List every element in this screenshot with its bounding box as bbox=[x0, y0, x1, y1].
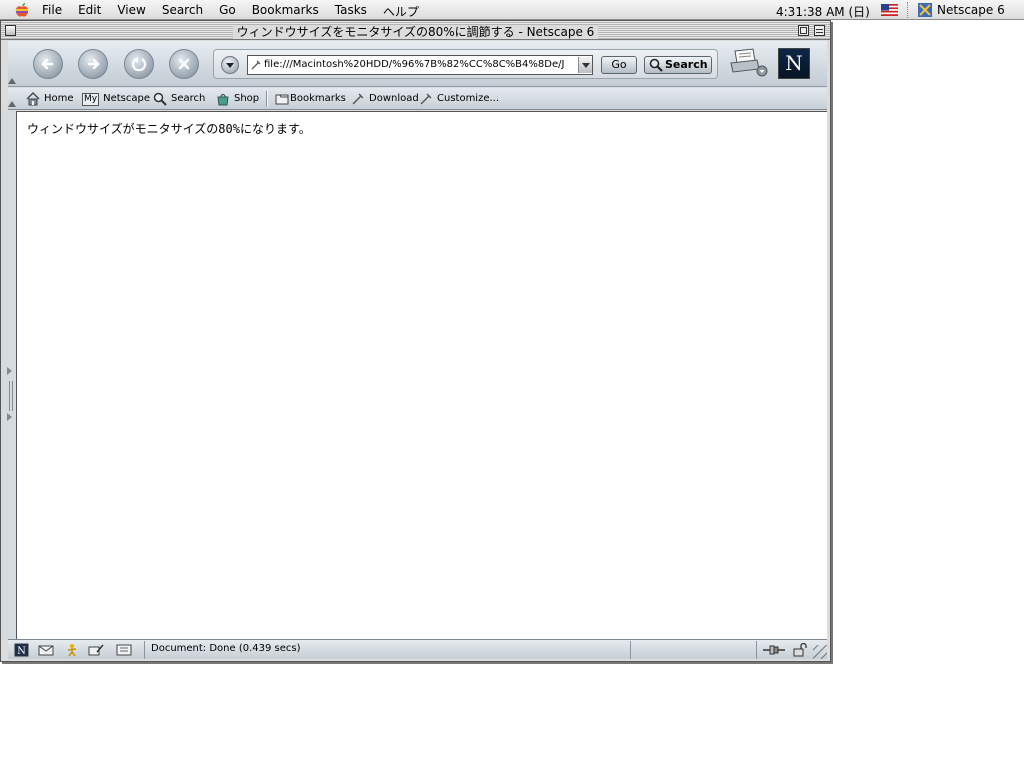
search-icon bbox=[153, 92, 167, 106]
address-book-icon[interactable] bbox=[116, 643, 132, 657]
sidebar-splitter[interactable] bbox=[1, 111, 15, 639]
online-plug-icon[interactable] bbox=[762, 643, 786, 657]
stop-x-icon bbox=[178, 58, 190, 70]
home-button[interactable]: Home bbox=[26, 91, 74, 107]
menu-view[interactable]: View bbox=[117, 3, 145, 20]
url-text: file:///Macintosh%20HDD/%96%7B%82%CC%8C%… bbox=[264, 59, 565, 70]
shop-button[interactable]: Shop bbox=[216, 91, 259, 107]
sidebar-expand-arrow-icon[interactable] bbox=[7, 367, 12, 375]
toolbar-separator bbox=[266, 91, 268, 107]
zoom-box-icon[interactable] bbox=[798, 25, 809, 36]
shop-icon bbox=[217, 93, 229, 106]
menu-bar: File Edit View Search Go Bookmarks Tasks… bbox=[0, 0, 1024, 20]
my-netscape-button[interactable]: My Netscape bbox=[82, 91, 150, 107]
us-flag-icon[interactable] bbox=[881, 4, 898, 16]
sidebar-expand-arrow-icon[interactable] bbox=[7, 413, 12, 421]
bookmarks-folder-icon bbox=[275, 94, 289, 105]
forward-arrow-icon bbox=[87, 58, 100, 70]
title-bar[interactable]: ウィンドウサイズをモニタサイズの80%に調節する - Netscape 6 bbox=[1, 21, 830, 40]
menu-bookmarks[interactable]: Bookmarks bbox=[252, 3, 319, 20]
stop-button[interactable] bbox=[169, 49, 199, 79]
search-toolbar-label: Search bbox=[171, 93, 206, 104]
my-netscape-icon: My bbox=[82, 92, 100, 106]
mail-icon[interactable] bbox=[38, 643, 54, 657]
customize-label: Customize... bbox=[437, 93, 500, 104]
home-label: Home bbox=[44, 93, 74, 104]
netscape-app-icon[interactable] bbox=[917, 2, 933, 18]
personal-toolbar: Home My Netscape Search Shop Bookmarks D… bbox=[8, 88, 827, 110]
search-button-label: Search bbox=[665, 58, 708, 71]
url-bar-area: file:///Macintosh%20HDD/%96%7B%82%CC%8C%… bbox=[213, 49, 718, 79]
page-body-text: ウィンドウサイズがモニタサイズの80%になります。 bbox=[27, 122, 311, 136]
netscape-label: Netscape bbox=[103, 93, 150, 104]
forward-button[interactable] bbox=[78, 49, 108, 79]
history-dropdown-icon[interactable] bbox=[221, 56, 239, 74]
menubar-separator bbox=[907, 2, 909, 18]
splitter-handle-icon[interactable] bbox=[9, 381, 13, 411]
link-pin-icon bbox=[352, 93, 364, 105]
window-title: ウィンドウサイズをモニタサイズの80%に調節する - Netscape 6 bbox=[232, 25, 599, 39]
status-text: Document: Done (0.439 secs) bbox=[151, 643, 301, 654]
search-toolbar-button[interactable]: Search bbox=[153, 91, 205, 107]
link-pin-icon bbox=[420, 93, 432, 105]
url-dropdown-arrow-icon[interactable] bbox=[578, 57, 592, 73]
composer-icon[interactable] bbox=[88, 643, 104, 657]
netscape-n-icon[interactable]: N bbox=[14, 643, 30, 657]
collapse-box-icon[interactable] bbox=[814, 25, 825, 36]
reload-button[interactable] bbox=[124, 49, 154, 79]
status-divider bbox=[756, 641, 757, 659]
menu-edit[interactable]: Edit bbox=[78, 3, 101, 20]
status-divider bbox=[144, 641, 145, 659]
back-arrow-icon bbox=[41, 58, 54, 70]
svg-text:N: N bbox=[17, 646, 26, 657]
application-menu[interactable]: Netscape 6 bbox=[937, 3, 1005, 17]
bookmarks-label: Bookmarks bbox=[290, 93, 346, 104]
security-lock-icon[interactable] bbox=[792, 643, 808, 657]
menu-help[interactable]: ヘルプ bbox=[383, 3, 419, 20]
page-content: ウィンドウサイズがモニタサイズの80%になります。 bbox=[16, 111, 827, 639]
shop-label: Shop bbox=[234, 93, 260, 104]
status-divider bbox=[630, 641, 631, 659]
navigation-toolbar: file:///Macintosh%20HDD/%96%7B%82%CC%8C%… bbox=[8, 41, 827, 87]
menubar-clock[interactable]: 4:31:38 AM (日) bbox=[776, 3, 870, 20]
menu-go[interactable]: Go bbox=[219, 3, 236, 20]
back-button[interactable] bbox=[33, 49, 63, 79]
bookmarks-button[interactable]: Bookmarks bbox=[275, 91, 346, 107]
print-button-icon[interactable] bbox=[727, 47, 771, 79]
home-icon bbox=[26, 92, 40, 106]
personal-toolbar-grippy-icon[interactable] bbox=[8, 101, 16, 107]
url-input[interactable]: file:///Macintosh%20HDD/%96%7B%82%CC%8C%… bbox=[247, 55, 593, 75]
status-bar: N Document: Done (0.439 secs) bbox=[8, 639, 827, 659]
toolbar-grippy-icon[interactable] bbox=[8, 78, 16, 84]
page-proxy-icon[interactable] bbox=[250, 59, 262, 71]
menu-file[interactable]: File bbox=[42, 3, 62, 20]
instant-messenger-icon[interactable] bbox=[64, 643, 80, 657]
apple-menu-icon[interactable] bbox=[14, 2, 30, 18]
go-button[interactable]: Go bbox=[601, 56, 637, 74]
menu-search[interactable]: Search bbox=[162, 3, 203, 20]
browser-window: ウィンドウサイズをモニタサイズの80%に調節する - Netscape 6 fi… bbox=[0, 20, 831, 662]
reload-icon bbox=[131, 57, 147, 72]
download-link[interactable]: Download bbox=[351, 91, 419, 107]
magnifier-icon bbox=[649, 58, 663, 72]
search-button[interactable]: Search bbox=[644, 56, 712, 74]
resize-grip-icon[interactable] bbox=[813, 645, 827, 659]
netscape-logo[interactable]: N bbox=[778, 48, 810, 79]
download-label: Download bbox=[369, 93, 419, 104]
customize-link[interactable]: Customize... bbox=[419, 91, 499, 107]
menu-tasks[interactable]: Tasks bbox=[335, 3, 367, 20]
